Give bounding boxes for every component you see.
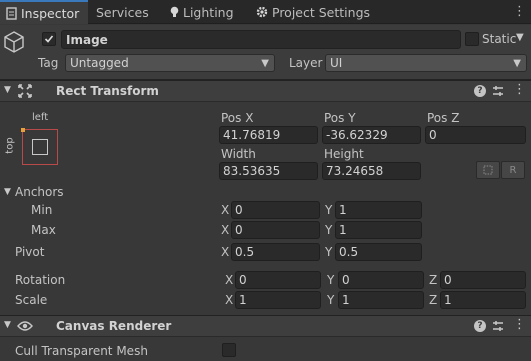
help-icon[interactable]: ? xyxy=(474,320,486,332)
raw-edit-button[interactable]: R xyxy=(501,161,525,179)
tag-value: Untagged xyxy=(70,56,129,70)
chevron-down-icon: ▼ xyxy=(513,58,521,69)
layer-dropdown[interactable]: UI ▼ xyxy=(325,54,527,72)
axis-x-label: X xyxy=(221,203,230,217)
anchors-label: Anchors xyxy=(15,185,64,199)
layer-label: Layer xyxy=(289,56,323,70)
axis-x-label: X xyxy=(225,273,234,287)
component-menu-icon[interactable]: ⋮ xyxy=(513,82,526,97)
inspector-icon xyxy=(6,6,17,20)
cull-transparent-mesh-label: Cull Transparent Mesh xyxy=(15,344,148,358)
tab-label: Lighting xyxy=(183,4,234,20)
object-name-field[interactable]: Image xyxy=(61,30,461,49)
tab-label: Services xyxy=(96,4,149,20)
axis-x-label: X xyxy=(221,245,230,259)
foldout-arrow-icon[interactable]: ▼ xyxy=(4,320,11,330)
static-checkbox[interactable] xyxy=(465,32,479,46)
anchor-horizontal-label: left xyxy=(32,112,49,123)
anchor-min-y-field[interactable]: 1 xyxy=(335,201,422,219)
component-menu-icon[interactable]: ⋮ xyxy=(513,317,526,332)
tab-label: Project Settings xyxy=(272,4,371,20)
scale-x-field[interactable]: 1 xyxy=(235,291,321,309)
static-label: Static xyxy=(482,32,517,46)
lightbulb-icon xyxy=(170,6,179,17)
chevron-down-icon: ▼ xyxy=(261,58,269,69)
pivot-label: Pivot xyxy=(15,245,45,259)
axis-y-label: Y xyxy=(327,273,335,287)
width-field[interactable]: 83.53635 xyxy=(219,162,318,180)
rect-transform-header[interactable]: ▼ Rect Transform ? ⋮ xyxy=(0,80,531,102)
tab-lighting[interactable]: Lighting xyxy=(170,0,234,24)
pivot-y-field[interactable]: 0.5 xyxy=(335,243,422,261)
scale-z-field[interactable]: 1 xyxy=(440,291,526,309)
height-field[interactable]: 73.24658 xyxy=(322,162,421,180)
anchor-rect-icon xyxy=(32,139,48,155)
max-label: Max xyxy=(31,223,56,237)
scale-label: Scale xyxy=(15,293,48,307)
tag-dropdown[interactable]: Untagged ▼ xyxy=(65,54,275,72)
rotation-label: Rotation xyxy=(15,273,66,287)
component-title: Rect Transform xyxy=(56,84,159,98)
pos-x-field[interactable]: 41.76819 xyxy=(219,126,318,144)
anchor-point-icon xyxy=(21,128,25,132)
rotation-y-field[interactable]: 0 xyxy=(338,271,424,289)
anchor-presets-button[interactable] xyxy=(21,128,58,165)
anchor-max-y-field[interactable]: 1 xyxy=(335,221,422,239)
kebab-menu-icon[interactable]: ⋮ xyxy=(513,4,526,19)
component-title: Canvas Renderer xyxy=(56,319,172,333)
tab-label: Inspector xyxy=(21,5,80,21)
tag-label: Tag xyxy=(38,56,59,70)
anchor-vertical-label: top xyxy=(4,137,16,154)
rotation-x-field[interactable]: 0 xyxy=(235,271,321,289)
blueprint-icon xyxy=(483,165,493,175)
active-checkbox[interactable] xyxy=(42,32,56,46)
axis-x-label: X xyxy=(221,223,230,237)
foldout-arrow-icon[interactable]: ▼ xyxy=(4,85,11,95)
axis-z-label: Z xyxy=(429,273,438,287)
canvas-renderer-header[interactable]: ▼ Canvas Renderer ? ⋮ xyxy=(0,315,531,337)
presets-icon[interactable] xyxy=(492,85,504,97)
tab-project-settings[interactable]: Project Settings xyxy=(256,0,370,24)
tab-bar: Inspector Services Lighting Project Sett… xyxy=(0,0,531,24)
rotation-z-field[interactable]: 0 xyxy=(440,271,526,289)
rect-transform-icon xyxy=(18,84,32,98)
axis-y-label: Y xyxy=(327,293,335,307)
axis-x-label: X xyxy=(225,293,234,307)
height-label: Height xyxy=(324,147,364,161)
presets-icon[interactable] xyxy=(492,320,504,332)
help-icon[interactable]: ? xyxy=(474,85,486,97)
pos-z-label: Pos Z xyxy=(427,111,460,125)
gameobject-cube-icon xyxy=(4,31,24,53)
axis-y-label: Y xyxy=(325,223,333,237)
pos-z-field[interactable]: 0 xyxy=(425,126,526,144)
width-label: Width xyxy=(221,147,256,161)
object-header: Image Static ▼ Tag Untagged ▼ Layer UI ▼ xyxy=(0,25,531,80)
checkmark-icon xyxy=(44,35,54,43)
cull-transparent-mesh-checkbox[interactable] xyxy=(222,343,236,357)
tab-inspector[interactable]: Inspector xyxy=(0,0,88,24)
scale-y-field[interactable]: 1 xyxy=(338,291,424,309)
pos-y-field[interactable]: -36.62329 xyxy=(322,126,421,144)
eye-icon xyxy=(17,321,33,331)
axis-y-label: Y xyxy=(325,203,333,217)
static-dropdown-arrow-icon[interactable]: ▼ xyxy=(516,32,524,43)
layer-value: UI xyxy=(330,56,343,70)
anchor-max-x-field[interactable]: 0 xyxy=(231,221,320,239)
pos-x-label: Pos X xyxy=(221,111,254,125)
min-label: Min xyxy=(31,203,53,217)
blueprint-mode-button[interactable] xyxy=(476,161,500,179)
pivot-x-field[interactable]: 0.5 xyxy=(231,243,320,261)
pos-y-label: Pos Y xyxy=(324,111,356,125)
axis-y-label: Y xyxy=(325,245,333,259)
tab-services[interactable]: Services xyxy=(96,0,149,24)
axis-z-label: Z xyxy=(429,293,438,307)
anchors-foldout-icon[interactable]: ▼ xyxy=(4,187,11,197)
gear-icon xyxy=(256,6,268,18)
anchor-min-x-field[interactable]: 0 xyxy=(231,201,320,219)
